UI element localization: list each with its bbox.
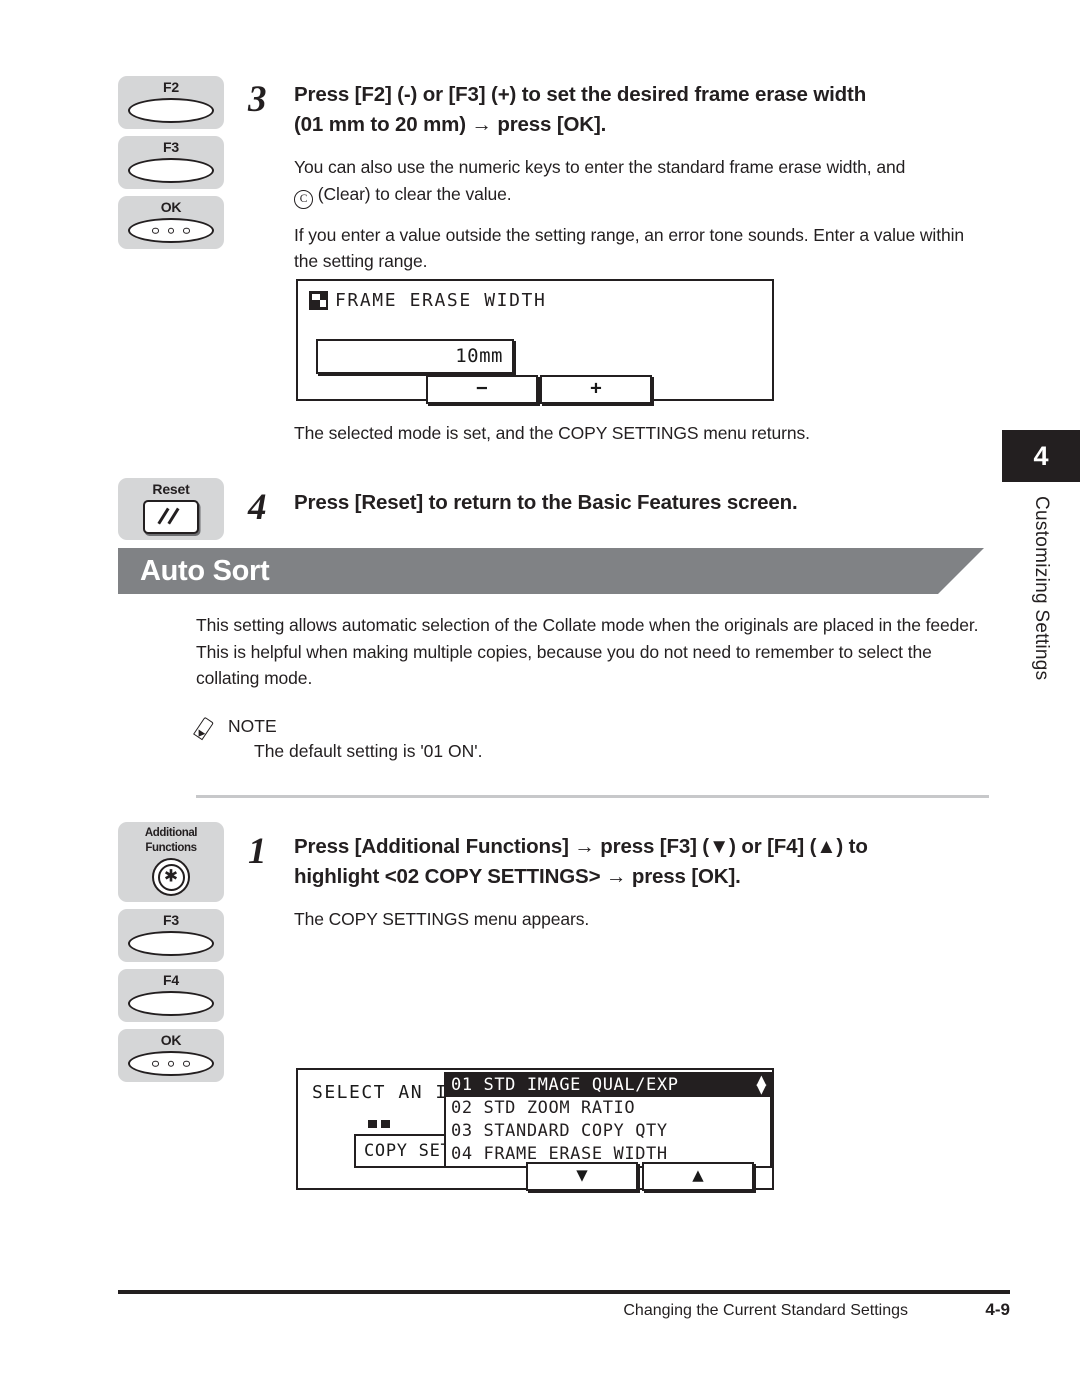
key-f2-label: F2 [163,79,179,95]
menu-item-text: 01 STD IMAGE QUAL/EXP [451,1075,679,1095]
section-title: Auto Sort [140,554,270,587]
step4-key-graphics: Reset [118,478,224,547]
key-f3-label: F3 [163,139,179,155]
menu-item-text: 02 STD ZOOM RATIO [451,1098,636,1118]
clear-key-icon: C [294,189,313,209]
step-3-paragraph-1: You can also use the numeric keys to ent… [294,154,983,209]
key-f4-step1: F4 [118,969,224,1022]
frame-erase-value-field[interactable]: 10mm [316,339,514,374]
menu-item-text: 03 STANDARD COPY QTY [451,1121,668,1141]
menu-item-row[interactable]: 01 STD IMAGE QUAL/EXP ▲ ▼ [446,1074,770,1097]
ok-dots-icon [130,227,212,234]
softkey-scroll-down[interactable]: ▼ [526,1162,638,1191]
step-3-para1-after: (Clear) to clear the value. [317,183,512,204]
menu-item-text: 04 FRAME ERASE WIDTH [451,1144,668,1164]
ok-lens-shape [128,218,214,243]
key-ok-label: OK [160,199,182,215]
additional-functions-icon: ✱ [152,858,190,896]
manual-page: 4 Customizing Settings F2 F3 OK 3 Press … [0,0,1080,1388]
ok-lens-shape-step1 [128,1051,214,1076]
key-ok: OK [118,196,224,249]
note-block: NOTE The default setting is '01 ON'. [193,716,483,762]
section-intro-text: This setting allows automatic selection … [196,615,979,688]
key-additional-functions: Additional Functions ✱ [118,822,224,902]
lcd-frame-erase-width: FRAME ERASE WIDTH 10mm − + [296,279,774,404]
menu-item-list[interactable]: 01 STD IMAGE QUAL/EXP ▲ ▼ 02 STD ZOOM RA… [444,1072,772,1168]
pencil-icon [193,716,220,740]
key-additional-functions-label: Additional Functions [144,827,198,854]
step-3-paragraph-2: If you enter a value outside the setting… [294,224,965,272]
f2-lens-shape [128,98,214,123]
step-3-number: 3 [248,79,267,120]
lcd-title-row: FRAME ERASE WIDTH [309,290,546,311]
key-f4-step1-label: F4 [163,972,179,988]
note-label: NOTE [228,716,277,736]
lcd-title-text: FRAME ERASE WIDTH [335,290,547,311]
step-3-heading-line2: (01 mm to 20 mm) → press [OK]. [294,113,607,136]
step-1-heading: Press [Additional Functions] → press [F3… [294,832,983,892]
key-ok-step1: OK [118,1029,224,1082]
key-f2: F2 [118,76,224,129]
f4-lens-shape [128,991,214,1016]
key-ok-step1-label: OK [160,1032,182,1048]
step-3-para1-before: You can also use the numeric keys to ent… [294,157,906,177]
softkey-minus[interactable]: − [426,375,538,404]
key-f3-step1: F3 [118,909,224,962]
menu-item-row[interactable]: 03 STANDARD COPY QTY [446,1120,770,1143]
step-4: 4 Press [Reset] to return to the Basic F… [248,487,983,528]
chapter-tab: 4 Customizing Settings [1002,430,1080,685]
note-header: NOTE [193,716,482,740]
footer-title: Changing the Current Standard Settings [623,1302,908,1319]
scroll-down-arrow[interactable]: ▼ [756,1083,767,1096]
scroll-arrows-icon[interactable]: ▲ ▼ [756,1074,767,1096]
f3-lens-shape-step1 [128,931,214,956]
step-3-heading-line1: Press [F2] (-) or [F3] (+) to set the de… [294,83,867,106]
ok-dots-icon-step1 [130,1060,212,1067]
step3-key-graphics: F2 F3 OK [118,76,224,256]
softkey-plus[interactable]: + [540,375,652,404]
step-1-paragraph: The COPY SETTINGS menu appears. [294,909,590,929]
step-1-heading-line1: Press [Additional Functions] → press [F3… [294,835,868,858]
section-divider [196,795,989,798]
softkey-scroll-up[interactable]: ▲ [642,1162,754,1191]
step-3-after-lcd-text: The selected mode is set, and the COPY S… [294,423,810,443]
step-1-number: 1 [248,831,267,872]
footer-rule [118,1290,1010,1294]
lcd-copy-settings-menu: SELECT AN ITEM COPY SETTINGS 01 STD IMAG… [296,1068,774,1191]
step1-key-graphics: Additional Functions ✱ F3 F4 OK [118,822,224,1089]
key-f3: F3 [118,136,224,189]
step-1: 1 Press [Additional Functions] → press [… [248,831,983,933]
key-reset-label: Reset [152,481,190,497]
key-f3-step1-label: F3 [163,912,179,928]
banner-tail-shape [938,548,984,594]
menu-level-dots-icon [368,1120,390,1128]
footer-page-number: 4-9 [985,1300,1010,1319]
step-3-heading: Press [F2] (-) or [F3] (+) to set the de… [294,80,983,140]
f3-lens-shape [128,158,214,183]
chapter-label: Customizing Settings [1031,496,1052,681]
chapter-number: 4 [1002,430,1080,482]
step-3: 3 Press [F2] (-) or [F3] (+) to set the … [248,79,983,275]
reset-icon [143,500,199,534]
key-reset: Reset [118,478,224,540]
step-4-number: 4 [248,487,267,528]
page-footer: Changing the Current Standard Settings 4… [118,1300,1010,1320]
frame-erase-icon [309,291,328,310]
note-text: The default setting is '01 ON'. [254,741,483,761]
step-1-heading-line2: highlight <02 COPY SETTINGS> → press [OK… [294,865,741,888]
step-4-heading: Press [Reset] to return to the Basic Fea… [294,491,798,514]
section-banner: Auto Sort [118,548,984,594]
menu-item-row[interactable]: 02 STD ZOOM RATIO [446,1097,770,1120]
